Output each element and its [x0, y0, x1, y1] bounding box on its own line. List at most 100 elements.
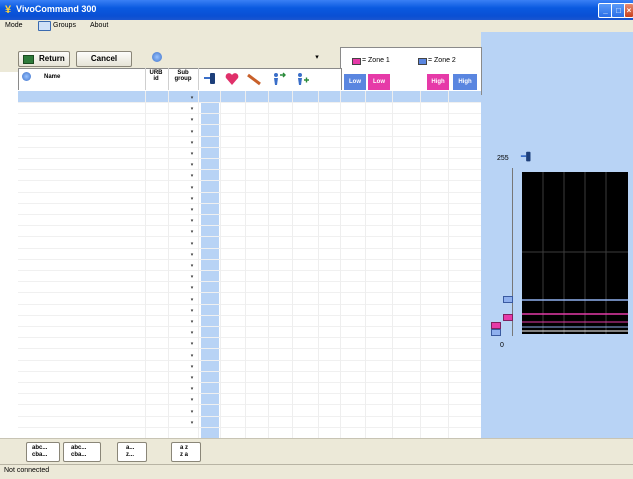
menu-groups[interactable]: Groups: [53, 22, 76, 29]
table-row[interactable]: [18, 113, 481, 114]
subgroup-dropdown-icon[interactable]: ▾: [188, 353, 196, 359]
close-button[interactable]: ×: [624, 3, 633, 18]
table-row[interactable]: [18, 360, 481, 361]
subgroup-dropdown-icon[interactable]: ▾: [188, 229, 196, 235]
table-row[interactable]: [18, 248, 481, 249]
table-row[interactable]: [18, 371, 481, 372]
column-name[interactable]: Name: [44, 74, 60, 80]
heart-icon[interactable]: [224, 71, 240, 87]
table-row[interactable]: [18, 404, 481, 405]
table-row[interactable]: [18, 124, 481, 125]
subgroup-dropdown-icon[interactable]: ▾: [188, 330, 196, 336]
subgroup-dropdown-icon[interactable]: ▾: [188, 341, 196, 347]
low-zone2-handle[interactable]: [491, 329, 501, 336]
level-high-zone2[interactable]: High: [453, 74, 477, 90]
person-arrow-icon[interactable]: [271, 71, 287, 87]
table-row[interactable]: [18, 427, 481, 428]
level-slider-track[interactable]: [512, 168, 513, 336]
subgroup-dropdown-icon[interactable]: ▾: [188, 263, 196, 269]
sort-name-button[interactable]: abc... cba...: [26, 442, 60, 462]
table-row[interactable]: [18, 382, 481, 383]
level-high-zone1[interactable]: High: [427, 74, 449, 90]
subgroup-dropdown-icon[interactable]: ▾: [188, 252, 196, 258]
table-row[interactable]: [18, 102, 481, 103]
level-low-zone1[interactable]: Low: [368, 74, 390, 90]
subgroup-dropdown-icon[interactable]: ▾: [188, 297, 196, 303]
table-row[interactable]: [18, 270, 481, 271]
subgroup-dropdown-icon[interactable]: ▾: [188, 106, 196, 112]
subgroup-dropdown-icon[interactable]: ▾: [188, 420, 196, 426]
table-row[interactable]: [18, 348, 481, 349]
subgroup-dropdown-icon[interactable]: ▾: [188, 409, 196, 415]
column-divider: [220, 91, 221, 438]
table-row[interactable]: [18, 136, 481, 137]
table-row[interactable]: [18, 214, 481, 215]
table-row[interactable]: [18, 281, 481, 282]
table-row[interactable]: [18, 304, 481, 305]
subgroup-dropdown-icon[interactable]: ▾: [188, 129, 196, 135]
table-row[interactable]: [18, 225, 481, 226]
column-divider: [198, 91, 199, 438]
chevron-down-icon[interactable]: ▾: [312, 53, 322, 64]
subgroup-dropdown-icon[interactable]: ▾: [188, 364, 196, 370]
subgroup-dropdown-icon[interactable]: ▾: [188, 386, 196, 392]
sort-az-bottom: z...: [126, 452, 135, 458]
group-select[interactable]: [168, 53, 320, 64]
sort-az-button[interactable]: a... z...: [117, 442, 147, 462]
table-row[interactable]: [18, 203, 481, 204]
table-row[interactable]: [18, 393, 481, 394]
subgroup-dropdown-icon[interactable]: ▾: [188, 274, 196, 280]
table-row[interactable]: [18, 180, 481, 181]
subgroup-dropdown-icon[interactable]: ▾: [188, 151, 196, 157]
table-row[interactable]: [18, 169, 481, 170]
subgroup-dropdown-icon[interactable]: ▾: [188, 241, 196, 247]
return-button[interactable]: Return: [18, 51, 70, 67]
menu-about[interactable]: About: [90, 22, 108, 29]
subgroup-dropdown-icon[interactable]: ▾: [188, 140, 196, 146]
subgroup-dropdown-icon[interactable]: ▾: [188, 218, 196, 224]
column-subgroup[interactable]: Sub group: [170, 70, 196, 82]
sort-name-reverse-button[interactable]: abc... cba...: [63, 442, 101, 462]
device-table[interactable]: [18, 90, 481, 438]
level-low-zone2[interactable]: Low: [344, 74, 366, 90]
low-zone1-handle[interactable]: [491, 322, 501, 329]
table-row[interactable]: [18, 236, 481, 237]
subgroup-dropdown-icon[interactable]: ▾: [188, 319, 196, 325]
subgroup-dropdown-icon[interactable]: ▾: [188, 95, 196, 101]
table-row[interactable]: [18, 337, 481, 338]
column-divider: [245, 91, 246, 438]
subgroup-dropdown-icon[interactable]: ▾: [188, 196, 196, 202]
high-zone1-handle[interactable]: [503, 314, 513, 321]
groups-icon: [38, 21, 51, 31]
subgroup-dropdown-icon[interactable]: ▾: [188, 375, 196, 381]
table-row[interactable]: [18, 326, 481, 327]
table-row[interactable]: [18, 147, 481, 148]
table-row[interactable]: [18, 416, 481, 417]
table-row[interactable]: [18, 292, 481, 293]
subgroup-dropdown-icon[interactable]: ▾: [188, 397, 196, 403]
slider-icon[interactable]: [202, 71, 218, 87]
subgroup-dropdown-icon[interactable]: ▾: [188, 285, 196, 291]
table-row[interactable]: [18, 158, 481, 159]
sort-za-button[interactable]: a z z a: [171, 442, 201, 462]
subgroup-dropdown-icon[interactable]: ▾: [188, 185, 196, 191]
column-divider: [365, 91, 366, 438]
cancel-button[interactable]: Cancel: [76, 51, 132, 67]
person-plus-icon[interactable]: [294, 71, 310, 87]
subgroup-dropdown-icon[interactable]: ▾: [188, 308, 196, 314]
cancel-label: Cancel: [90, 54, 118, 63]
table-row[interactable]: [18, 192, 481, 193]
column-urb-id[interactable]: URB id: [147, 70, 165, 82]
subgroup-dropdown-icon[interactable]: ▾: [188, 117, 196, 123]
table-row[interactable]: [18, 315, 481, 316]
table-row[interactable]: [18, 259, 481, 260]
column-divider: [145, 91, 146, 438]
subgroup-dropdown-icon[interactable]: ▾: [188, 162, 196, 168]
zone2-swatch: [418, 58, 427, 65]
menu-mode[interactable]: Mode: [5, 22, 23, 29]
subgroup-dropdown-icon[interactable]: ▾: [188, 173, 196, 179]
tool-icon[interactable]: [246, 71, 262, 87]
high-zone2-handle[interactable]: [503, 296, 513, 303]
subgroup-dropdown-icon[interactable]: ▾: [188, 207, 196, 213]
table-row-selected[interactable]: [18, 91, 481, 102]
